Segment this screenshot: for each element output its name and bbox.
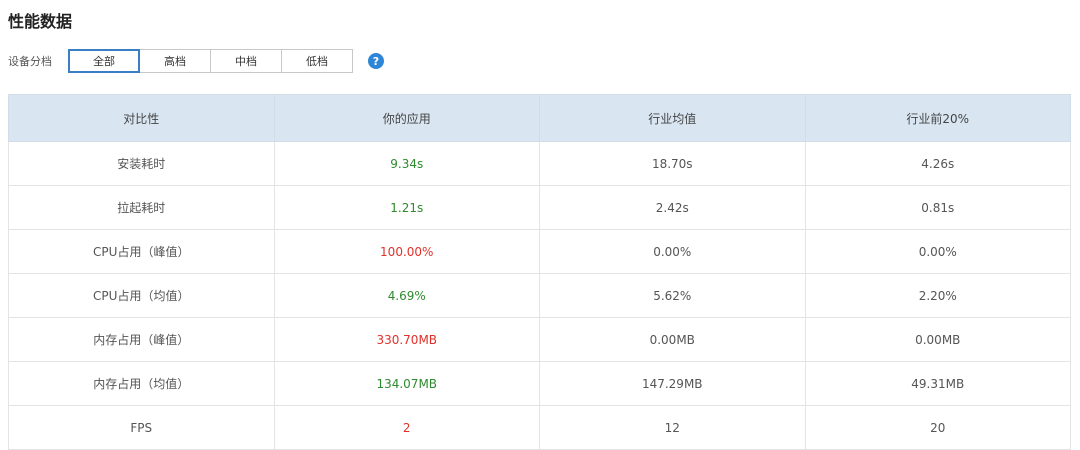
average-value: 0.00% xyxy=(539,229,806,274)
performance-table: 对比性 你的应用 行业均值 行业前20% 安装耗时 9.34s 18.70s 4… xyxy=(8,94,1071,450)
app-value: 100.00% xyxy=(273,229,540,274)
tier-segmented-control: 全部 高档 中档 低档 xyxy=(68,49,353,73)
header-your-app: 你的应用 xyxy=(273,94,540,142)
app-value: 1.21s xyxy=(273,185,540,230)
average-value: 12 xyxy=(539,405,806,450)
top20-value: 49.31MB xyxy=(804,361,1071,406)
help-icon[interactable]: ? xyxy=(368,53,384,69)
header-industry-top20: 行业前20% xyxy=(804,94,1071,142)
tier-high-button[interactable]: 高档 xyxy=(139,49,211,73)
tier-low-button[interactable]: 低档 xyxy=(281,49,353,73)
header-industry-average: 行业均值 xyxy=(539,94,806,142)
metric-name: 内存占用（均值） xyxy=(8,361,275,406)
app-value: 2 xyxy=(273,405,540,450)
top20-value: 0.81s xyxy=(804,185,1071,230)
average-value: 2.42s xyxy=(539,185,806,230)
header-metric: 对比性 xyxy=(8,94,275,142)
tier-all-button[interactable]: 全部 xyxy=(68,49,140,73)
metric-name: CPU占用（均值） xyxy=(8,273,275,318)
average-value: 147.29MB xyxy=(539,361,806,406)
page-title: 性能数据 xyxy=(8,12,73,31)
top20-value: 2.20% xyxy=(804,273,1071,318)
table-row: 拉起耗时 1.21s 2.42s 0.81s xyxy=(8,185,1071,230)
table-header-row: 对比性 你的应用 行业均值 行业前20% xyxy=(8,94,1071,142)
top20-value: 0.00MB xyxy=(804,317,1071,362)
table-row: CPU占用（均值） 4.69% 5.62% 2.20% xyxy=(8,273,1071,318)
average-value: 18.70s xyxy=(539,141,806,186)
app-value: 4.69% xyxy=(273,273,540,318)
table-row: 内存占用（峰值） 330.70MB 0.00MB 0.00MB xyxy=(8,317,1071,362)
top20-value: 4.26s xyxy=(804,141,1071,186)
top20-value: 0.00% xyxy=(804,229,1071,274)
table-row: CPU占用（峰值） 100.00% 0.00% 0.00% xyxy=(8,229,1071,274)
metric-name: 内存占用（峰值） xyxy=(8,317,275,362)
device-tier-filter: 设备分档 全部 高档 中档 低档 ? xyxy=(8,48,384,74)
app-value: 134.07MB xyxy=(273,361,540,406)
tier-mid-button[interactable]: 中档 xyxy=(210,49,282,73)
filter-label: 设备分档 xyxy=(8,55,52,68)
average-value: 0.00MB xyxy=(539,317,806,362)
metric-name: CPU占用（峰值） xyxy=(8,229,275,274)
table-row: 安装耗时 9.34s 18.70s 4.26s xyxy=(8,141,1071,186)
table-row: 内存占用（均值） 134.07MB 147.29MB 49.31MB xyxy=(8,361,1071,406)
app-value: 9.34s xyxy=(273,141,540,186)
top20-value: 20 xyxy=(804,405,1071,450)
average-value: 5.62% xyxy=(539,273,806,318)
metric-name: FPS xyxy=(8,405,275,450)
metric-name: 拉起耗时 xyxy=(8,185,275,230)
table-row: FPS 2 12 20 xyxy=(8,405,1071,450)
metric-name: 安装耗时 xyxy=(8,141,275,186)
app-value: 330.70MB xyxy=(273,317,540,362)
